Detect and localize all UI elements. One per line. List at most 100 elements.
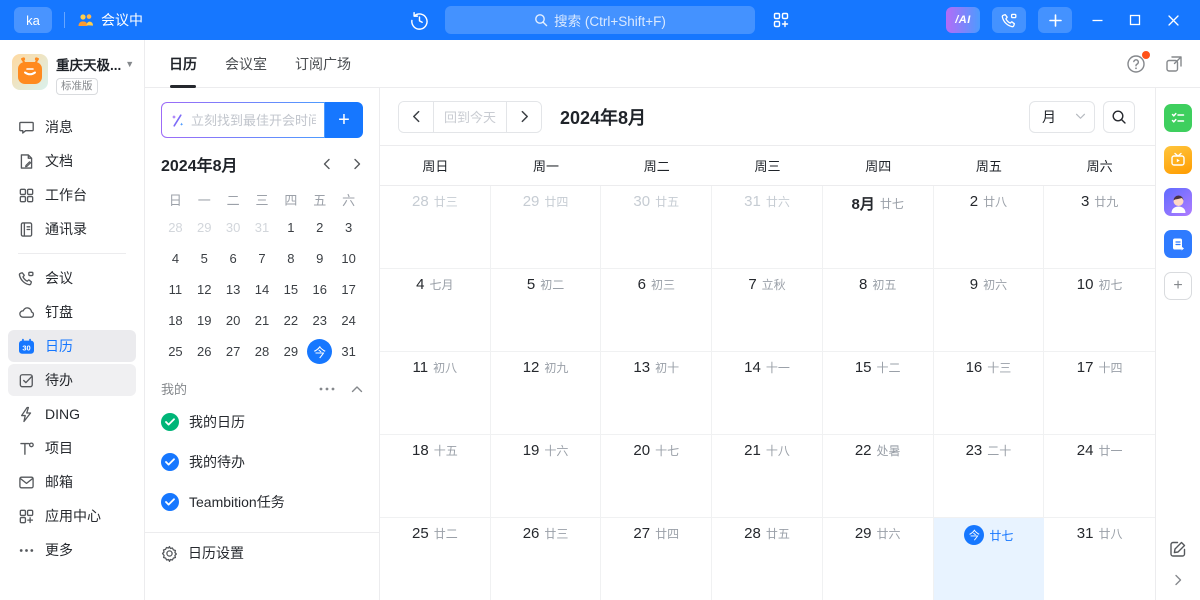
mini-day[interactable]: 12 [190, 274, 219, 305]
day-cell[interactable]: 15十二 [823, 352, 934, 435]
app-logo[interactable]: ka [14, 7, 52, 33]
day-cell[interactable]: 17十四 [1044, 352, 1155, 435]
mini-day[interactable]: 20 [219, 305, 248, 336]
day-cell[interactable]: 11初八 [380, 352, 491, 435]
day-cell[interactable]: 13初十 [601, 352, 712, 435]
mini-day[interactable]: 22 [276, 305, 305, 336]
day-cell[interactable]: 5初二 [491, 269, 602, 352]
tab-subscribe-plaza[interactable]: 订阅广场 [295, 40, 351, 88]
mini-day[interactable]: 6 [219, 243, 248, 274]
sidebar-item-message[interactable]: 消息 [8, 111, 136, 143]
mini-day[interactable]: 9 [305, 243, 334, 274]
next-month-button[interactable] [507, 102, 541, 132]
day-cell[interactable]: 19十六 [491, 435, 602, 518]
sidebar-item-contacts[interactable]: 通讯录 [8, 213, 136, 245]
day-cell[interactable]: 8初五 [823, 269, 934, 352]
sync-doc-app-icon[interactable] [1164, 230, 1192, 258]
day-cell[interactable]: 25廿二 [380, 518, 491, 600]
day-cell[interactable]: 31廿六 [712, 186, 823, 269]
mini-day[interactable]: 29 [190, 212, 219, 243]
section-more-icon[interactable] [319, 387, 335, 391]
collapse-rail-icon[interactable] [1172, 574, 1184, 586]
mini-day[interactable]: 14 [248, 274, 277, 305]
back-to-today-button[interactable]: 回到今天 [433, 102, 507, 132]
mini-day[interactable]: 31 [248, 212, 277, 243]
mini-day[interactable]: 27 [219, 336, 248, 367]
meeting-status-badge[interactable]: 会议中 [77, 10, 143, 30]
day-cell[interactable]: 28廿三 [380, 186, 491, 269]
section-collapse-icon[interactable] [351, 385, 363, 393]
minimize-button[interactable] [1084, 7, 1110, 33]
mini-day[interactable]: 11 [161, 274, 190, 305]
sidebar-item-docs[interactable]: 文档 [8, 145, 136, 177]
sidebar-item-meeting[interactable]: 会议 [8, 262, 136, 294]
day-cell[interactable]: 16十三 [934, 352, 1045, 435]
day-cell[interactable]: 9初六 [934, 269, 1045, 352]
create-event-button[interactable]: + [325, 102, 363, 138]
day-cell[interactable]: 7立秋 [712, 269, 823, 352]
calendar-search-button[interactable] [1103, 101, 1135, 133]
mini-day[interactable]: 2 [305, 212, 334, 243]
ai-meeting-time-field[interactable] [191, 113, 316, 128]
video-app-icon[interactable] [1164, 146, 1192, 174]
day-cell[interactable]: 30廿五 [601, 186, 712, 269]
calendar-list-item[interactable]: 我的待办 [161, 442, 363, 482]
new-button[interactable] [1038, 7, 1072, 33]
calendar-list-item[interactable]: 我的日历 [161, 402, 363, 442]
day-cell[interactable]: 24廿一 [1044, 435, 1155, 518]
day-cell[interactable]: 27廿四 [601, 518, 712, 600]
calendar-check-icon[interactable] [161, 493, 179, 511]
mini-day[interactable]: 28 [248, 336, 277, 367]
sidebar-item-calendar[interactable]: 30日历 [8, 330, 136, 362]
mini-day[interactable]: 7 [248, 243, 277, 274]
mini-prev-month-icon[interactable] [321, 158, 333, 170]
mini-day[interactable]: 28 [161, 212, 190, 243]
close-button[interactable] [1160, 7, 1186, 33]
help-icon[interactable] [1126, 54, 1146, 74]
sidebar-item-more[interactable]: 更多 [8, 534, 136, 566]
day-cell[interactable]: 3廿九 [1044, 186, 1155, 269]
day-cell[interactable]: 21十八 [712, 435, 823, 518]
sidebar-item-appcenter[interactable]: 应用中心 [8, 500, 136, 532]
mini-day[interactable]: 13 [219, 274, 248, 305]
mini-day[interactable]: 26 [190, 336, 219, 367]
mini-day[interactable]: 10 [334, 243, 363, 274]
sidebar-item-todo[interactable]: 待办 [8, 364, 136, 396]
checklist-app-icon[interactable] [1164, 104, 1192, 132]
app-launcher-icon[interactable] [770, 9, 792, 31]
compose-note-icon[interactable] [1169, 540, 1187, 558]
sidebar-item-mail[interactable]: 邮箱 [8, 466, 136, 498]
mini-day[interactable]: 23 [305, 305, 334, 336]
prev-month-button[interactable] [399, 102, 433, 132]
maximize-button[interactable] [1122, 7, 1148, 33]
day-cell[interactable]: 20十七 [601, 435, 712, 518]
day-cell[interactable]: 6初三 [601, 269, 712, 352]
ai-assistant-button[interactable]: /AI [946, 7, 980, 33]
mini-day[interactable]: 17 [334, 274, 363, 305]
day-cell[interactable]: 29廿六 [823, 518, 934, 600]
mini-day[interactable]: 8 [276, 243, 305, 274]
mini-day[interactable]: 24 [334, 305, 363, 336]
mini-day[interactable]: 19 [190, 305, 219, 336]
call-button[interactable] [992, 7, 1026, 33]
mini-day[interactable]: 1 [276, 212, 305, 243]
history-icon[interactable] [408, 9, 430, 31]
calendar-list-item[interactable]: Teambition任务 [161, 482, 363, 522]
sidebar-item-workbench[interactable]: 工作台 [8, 179, 136, 211]
mini-day[interactable]: 15 [276, 274, 305, 305]
day-cell[interactable]: 2廿八 [934, 186, 1045, 269]
day-cell[interactable]: 26廿三 [491, 518, 602, 600]
day-cell-today[interactable]: 今廿七 [934, 518, 1045, 600]
mini-day[interactable]: 4 [161, 243, 190, 274]
sidebar-item-drive[interactable]: 钉盘 [8, 296, 136, 328]
mini-next-month-icon[interactable] [351, 158, 363, 170]
open-in-window-icon[interactable] [1164, 54, 1184, 74]
search-input[interactable]: 搜索 (Ctrl+Shift+F) [445, 6, 755, 34]
day-cell[interactable]: 23二十 [934, 435, 1045, 518]
day-cell[interactable]: 22处暑 [823, 435, 934, 518]
assistant-avatar-icon[interactable] [1164, 188, 1192, 216]
day-cell[interactable]: 28廿五 [712, 518, 823, 600]
day-cell[interactable]: 29廿四 [491, 186, 602, 269]
day-cell[interactable]: 8月廿七 [823, 186, 934, 269]
mini-day[interactable]: 29 [276, 336, 305, 367]
